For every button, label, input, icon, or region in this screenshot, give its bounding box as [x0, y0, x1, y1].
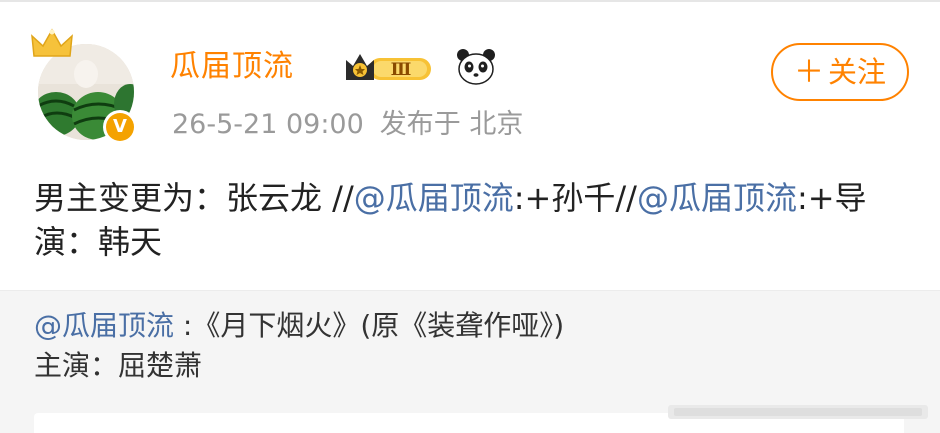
level-badge-icon[interactable]: Ⅲ — [343, 50, 435, 86]
username-link[interactable]: 瓜届顶流 — [170, 47, 294, 87]
post-meta: 26-5-21 09:00 发布于 北京 — [172, 106, 523, 144]
plus-icon: ＋ — [793, 55, 824, 90]
watermark-icon — [668, 405, 928, 419]
post-body: 男主变更为：张云龙 //@瓜届顶流:+孙千//@瓜届顶流:+导演：韩天 — [34, 176, 914, 264]
timestamp: 26-5-21 09:00 — [172, 109, 364, 140]
verified-icon: V — [103, 110, 137, 144]
repost-card[interactable]: @瓜届顶流 :《月下烟火》(原《装聋作哑》) 主演：屈楚萧 — [0, 290, 940, 433]
level-text: Ⅲ — [391, 60, 412, 80]
repost-mention-link[interactable]: @瓜届顶流 — [34, 309, 174, 342]
panda-icon — [457, 49, 495, 85]
mention-link[interactable]: @瓜届顶流 — [354, 179, 514, 217]
avatar-group[interactable]: V — [30, 28, 150, 148]
mention-link[interactable]: @瓜届顶流 — [637, 179, 797, 217]
crown-icon — [31, 28, 73, 57]
repost-line: @瓜届顶流 :《月下烟火》(原《装聋作哑》) — [34, 307, 564, 345]
post-text-2: :+孙千// — [513, 179, 637, 217]
repost-text: :《月下烟火》(原《装聋作哑》) — [174, 309, 565, 342]
repost-cast-line: 主演：屈楚萧 — [34, 349, 203, 382]
location: 发布于 北京 — [379, 109, 524, 140]
post-text-1: 男主变更为：张云龙 // — [34, 179, 354, 217]
follow-label: 关注 — [827, 55, 886, 89]
follow-button[interactable]: ＋关注 — [771, 43, 909, 101]
top-divider — [0, 0, 940, 2]
